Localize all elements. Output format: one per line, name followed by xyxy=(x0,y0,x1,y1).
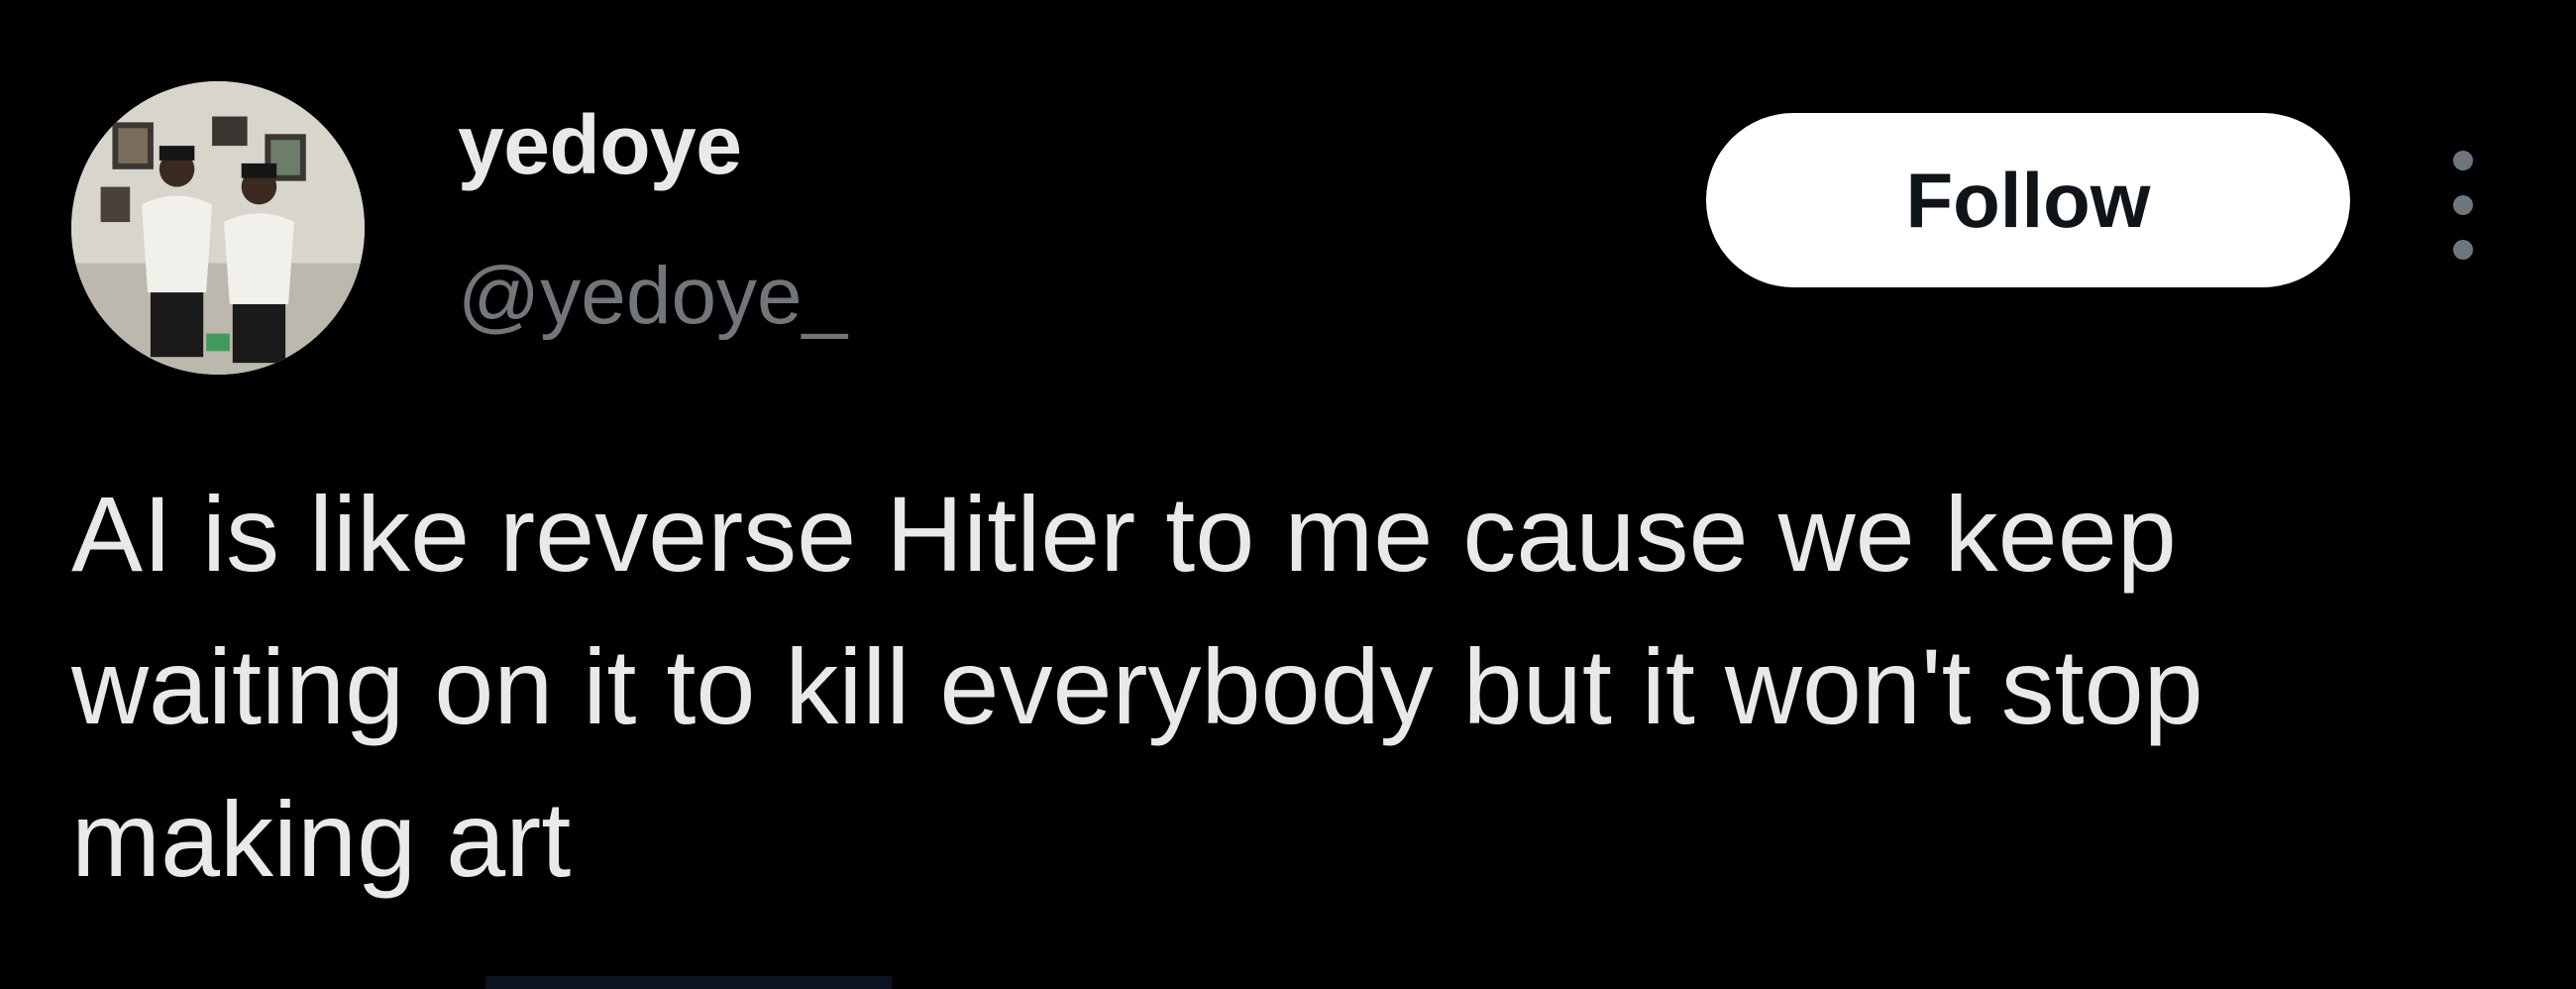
follow-button[interactable]: Follow xyxy=(1706,113,2350,287)
more-dot xyxy=(2453,240,2473,260)
display-name[interactable]: yedoye xyxy=(458,103,742,186)
more-dots-icon[interactable] xyxy=(2435,151,2491,260)
tweet-text: AI is like reverse Hitler to me cause we… xyxy=(71,474,2233,899)
more-dot xyxy=(2453,151,2473,170)
user-handle[interactable]: @yedoye_ xyxy=(458,256,847,337)
more-dot xyxy=(2453,195,2473,215)
avatar-photo-icon xyxy=(71,81,365,375)
divider xyxy=(485,976,892,989)
avatar[interactable] xyxy=(71,81,365,375)
tweet-card: yedoye @yedoye_ Follow AI is like revers… xyxy=(0,0,2576,989)
